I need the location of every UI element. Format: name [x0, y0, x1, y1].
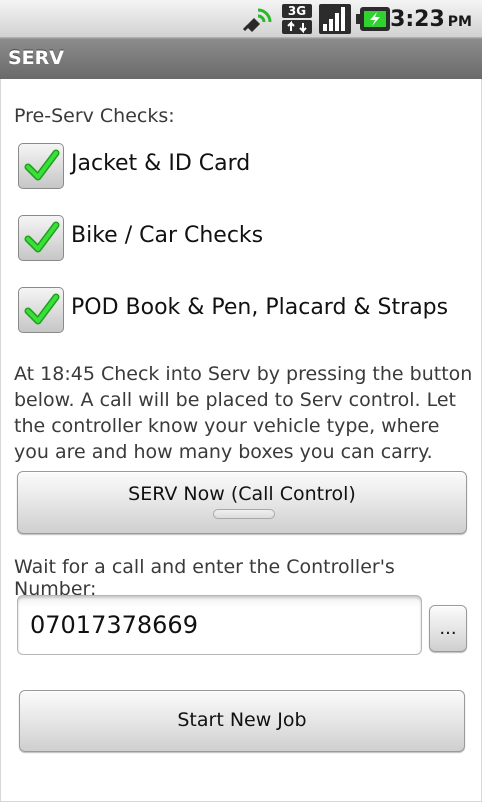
checks-heading: Pre-Serv Checks: — [14, 105, 175, 127]
check-bike-car[interactable]: Bike / Car Checks — [18, 215, 478, 267]
clock-time: 3:23 — [390, 7, 445, 32]
gps-satellite-icon — [242, 4, 274, 38]
instructions-text: At 18:45 Check into Serv by pressing the… — [14, 363, 473, 463]
more-label: ... — [439, 618, 457, 639]
signal-strength-icon — [318, 3, 352, 39]
main-content: Pre-Serv Checks: Jacket & ID Card Bike /… — [0, 79, 482, 802]
checkbox-label: Jacket & ID Card — [71, 151, 251, 176]
more-button[interactable]: ... — [429, 605, 467, 652]
app-title-bar: SERV — [0, 38, 482, 79]
checkmark-icon — [24, 293, 60, 325]
serv-now-button[interactable]: SERV Now (Call Control) — [17, 471, 467, 534]
checkbox-label: Bike / Car Checks — [71, 223, 264, 248]
checkbox[interactable] — [18, 287, 64, 333]
checkmark-icon — [24, 149, 60, 181]
check-pod-book[interactable]: POD Book & Pen, Placard & Straps — [18, 287, 478, 339]
checkbox-label: POD Book & Pen, Placard & Straps — [71, 295, 449, 320]
serv-now-label: SERV Now (Call Control) — [128, 483, 356, 505]
check-jacket-id[interactable]: Jacket & ID Card — [18, 143, 478, 195]
status-clock: 3:23 PM — [390, 7, 472, 32]
3g-data-icon: 3G — [281, 3, 313, 39]
button-indicator — [213, 509, 275, 519]
checkbox[interactable] — [18, 215, 64, 261]
app-title: SERV — [8, 47, 64, 69]
status-bar: 3G 3:23 PM — [0, 0, 482, 38]
battery-charging-icon — [356, 5, 392, 37]
checkmark-icon — [24, 221, 60, 253]
checkbox[interactable] — [18, 143, 64, 189]
network-label: 3G — [288, 4, 306, 18]
controller-prompt: Wait for a call and enter the Controller… — [14, 556, 395, 600]
start-new-job-button[interactable]: Start New Job — [19, 690, 465, 752]
clock-ampm: PM — [447, 14, 472, 30]
start-new-job-label: Start New Job — [177, 709, 307, 731]
controller-number-field[interactable]: 07017378669 — [17, 595, 422, 655]
